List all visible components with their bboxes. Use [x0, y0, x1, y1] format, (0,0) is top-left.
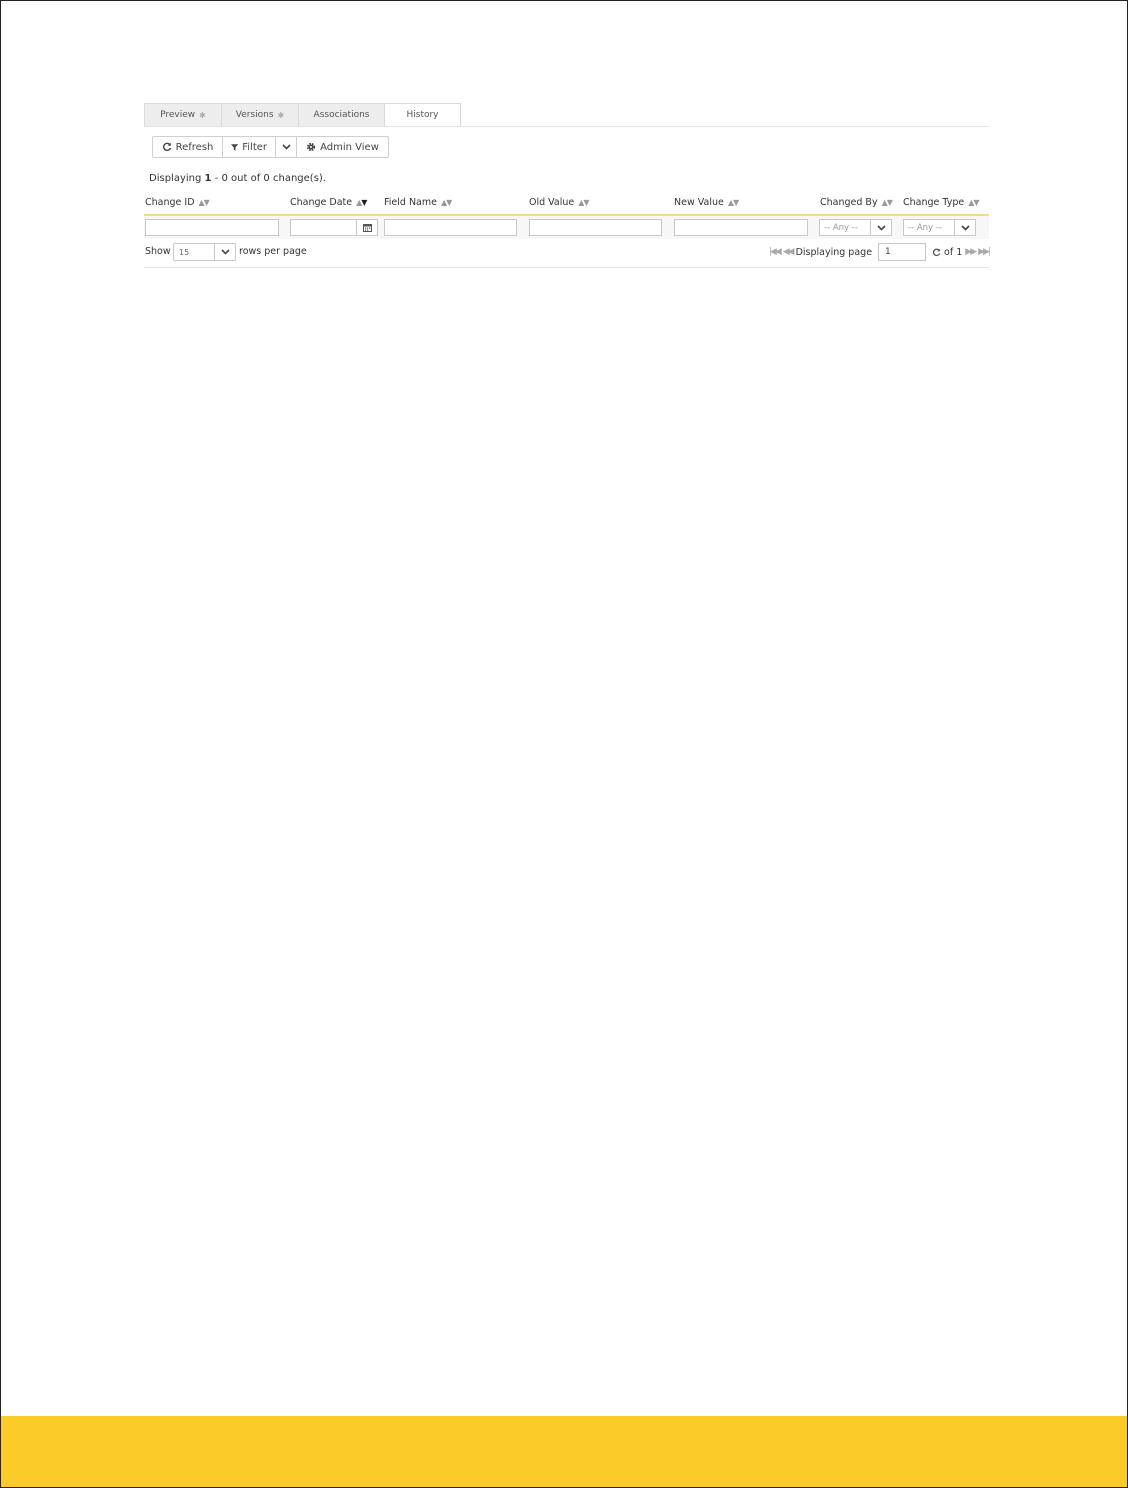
changed-by-filter-select[interactable]: -- Any --: [819, 219, 892, 236]
chevron-down-icon: [876, 224, 886, 231]
change-type-select-value: -- Any --: [903, 219, 955, 236]
tab-history[interactable]: History: [384, 103, 461, 127]
calendar-icon: [362, 224, 372, 232]
summary-range-start: 1: [204, 173, 212, 184]
change-date-filter-input[interactable]: [290, 219, 357, 236]
summary-total: 0: [263, 173, 270, 184]
summary-dash: -: [214, 173, 219, 184]
admin-view-button[interactable]: Admin View: [296, 136, 389, 158]
asterisk-icon: ✱: [277, 110, 285, 120]
rows-per-page-value: 15: [173, 243, 214, 261]
change-type-filter-select[interactable]: -- Any --: [903, 219, 976, 236]
old-value-filter-input[interactable]: [529, 219, 662, 236]
chevron-down-icon: [960, 224, 970, 231]
tabs-divider: [144, 126, 989, 127]
column-header-old-value[interactable]: Old Value ▲▼: [529, 197, 590, 208]
tab-associations[interactable]: Associations: [298, 103, 384, 126]
tab-label: Preview: [160, 110, 196, 120]
column-header-change-type[interactable]: Change Type ▲▼: [903, 197, 980, 208]
total-pages-label: of 1: [944, 246, 963, 258]
sort-icon[interactable]: ▲▼: [578, 198, 589, 207]
change-date-filter: [290, 219, 378, 236]
tab-versions[interactable]: Versions ✱: [221, 103, 298, 126]
refresh-button[interactable]: Refresh: [152, 136, 222, 158]
first-page-icon[interactable]: |◀◀: [769, 247, 782, 257]
sort-icon[interactable]: ▲▼: [199, 198, 210, 207]
column-label: Old Value: [529, 197, 575, 208]
column-header-field-name[interactable]: Field Name ▲▼: [384, 197, 452, 208]
sort-icon[interactable]: ▲▼: [356, 198, 367, 207]
sort-icon[interactable]: ▲▼: [728, 198, 739, 207]
filter-label: Filter: [242, 141, 267, 153]
chevron-down-icon: [281, 144, 291, 150]
column-label: New Value: [674, 197, 724, 208]
tab-label: Associations: [313, 110, 370, 120]
next-page-icon[interactable]: ▶▶: [965, 247, 977, 257]
column-label: Change ID: [145, 197, 195, 208]
calendar-button[interactable]: [357, 219, 378, 236]
footer-band: [1, 1416, 1127, 1487]
gear-icon: [307, 142, 316, 152]
column-header-changed-by[interactable]: Changed By ▲▼: [820, 197, 893, 208]
grid-bottom-divider: [144, 267, 989, 268]
pager: |◀◀ ◀◀ Displaying page of 1 ▶▶ ▶▶|: [769, 243, 991, 261]
column-header-change-id[interactable]: Change ID ▲▼: [145, 197, 210, 208]
column-label: Change Date: [290, 197, 353, 208]
tab-bar: Preview ✱ Versions ✱ Associations Histor…: [144, 103, 461, 127]
summary-suffix: change(s).: [272, 173, 326, 184]
changed-by-select-arrow[interactable]: [871, 219, 892, 236]
chevron-down-icon: [220, 249, 230, 255]
refresh-icon: [162, 142, 171, 152]
column-header-new-value[interactable]: New Value ▲▼: [674, 197, 739, 208]
displaying-page-label: Displaying page: [795, 246, 873, 258]
sort-icon[interactable]: ▲▼: [968, 198, 979, 207]
refresh-label: Refresh: [175, 141, 214, 153]
summary-mid: out of: [231, 173, 261, 184]
changed-by-select-value: -- Any --: [819, 219, 871, 236]
field-name-filter-input[interactable]: [384, 219, 517, 236]
toolbar: Refresh Filter Admin View: [152, 136, 389, 158]
tab-label: Versions: [235, 110, 274, 120]
column-header-change-date[interactable]: Change Date ▲▼: [290, 197, 367, 208]
rows-per-page-select[interactable]: 15: [173, 243, 236, 261]
filter-dropdown-button[interactable]: [275, 136, 296, 158]
asterisk-icon: ✱: [199, 110, 206, 120]
column-label: Field Name: [384, 197, 437, 208]
filter-button[interactable]: Filter: [222, 136, 275, 158]
results-summary: Displaying 1 - 0 out of 0 change(s).: [149, 173, 326, 184]
admin-view-label: Admin View: [320, 141, 379, 153]
last-page-icon[interactable]: ▶▶|: [978, 247, 991, 257]
rows-per-page-label: rows per page: [239, 246, 307, 257]
change-id-filter-input[interactable]: [145, 219, 279, 236]
column-label: Change Type: [903, 197, 965, 208]
filter-icon: [231, 143, 239, 151]
sort-icon[interactable]: ▲▼: [441, 198, 452, 207]
tab-preview[interactable]: Preview ✱: [144, 103, 221, 126]
show-label: Show: [145, 246, 171, 257]
refresh-icon[interactable]: [932, 248, 941, 257]
rows-per-page-arrow[interactable]: [214, 243, 236, 261]
summary-prefix: Displaying: [149, 173, 202, 184]
sort-icon[interactable]: ▲▼: [882, 198, 893, 207]
change-type-select-arrow[interactable]: [955, 219, 976, 236]
previous-page-icon[interactable]: ◀◀: [783, 247, 795, 257]
new-value-filter-input[interactable]: [674, 219, 808, 236]
summary-range-end: 0: [221, 173, 228, 184]
tab-label: History: [406, 110, 439, 120]
current-page-input[interactable]: [878, 243, 927, 261]
column-label: Changed By: [820, 197, 878, 208]
